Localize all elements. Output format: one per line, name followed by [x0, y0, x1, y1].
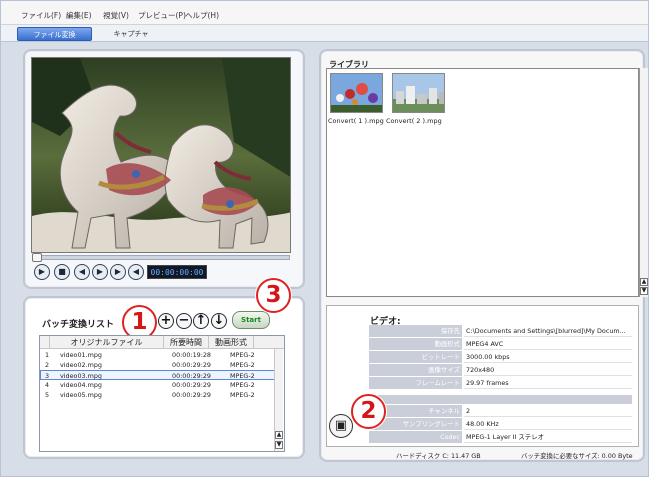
menu-preview[interactable]: プレビュー(P) — [138, 10, 186, 21]
save-path-label: 保存先 — [369, 325, 462, 337]
volume-button[interactable]: ◀ — [128, 264, 144, 280]
camera-icon: ▣ — [334, 418, 348, 433]
batch-row[interactable]: 4 video04.mpg 00:00:29:29 MPEG-2 — [40, 380, 277, 390]
video-format-label: 動画形式 — [369, 338, 462, 350]
library-scroll-up-button[interactable]: ▲ — [640, 278, 648, 286]
header-original-file[interactable]: オリジナルファイル — [50, 336, 164, 349]
frame-rate-value: 29.97 frames — [464, 377, 632, 389]
sampling-rate-value: 48.00 KHz — [464, 418, 632, 430]
library-scrollbar[interactable]: ▲ ▼ — [639, 68, 648, 297]
codec-label: Codec — [369, 431, 462, 443]
library-item-1-label: Convert( 1 ).mpg — [328, 117, 384, 125]
save-path-value: C:\Documents and Settings\[blurred]\My D… — [464, 325, 632, 337]
batch-list-title: バッチ変換リスト — [42, 320, 115, 330]
menu-edit[interactable]: 編集(E) — [66, 10, 92, 21]
output-settings-button[interactable]: ▣ — [329, 414, 353, 438]
tab-file-convert[interactable]: ファイル変換 — [17, 27, 92, 41]
bitrate-label: ビットレート — [369, 351, 462, 363]
menu-file[interactable]: ファイル(F) — [21, 10, 61, 21]
move-down-button[interactable]: ↓ — [211, 313, 227, 329]
playback-slider-handle[interactable] — [32, 253, 42, 262]
next-frame-button[interactable]: ▶ — [92, 264, 108, 280]
batch-row[interactable]: 2 video02.mpg 00:00:29:29 MPEG-2 — [40, 360, 277, 370]
info-separator — [369, 395, 632, 404]
scroll-up-button[interactable]: ▲ — [275, 431, 283, 439]
tab-capture[interactable]: キャプチャ — [103, 27, 159, 41]
time-display: 00:00:00:00 — [147, 265, 207, 279]
fast-forward-button[interactable]: ▶ — [110, 264, 126, 280]
tab-bar: ファイル変換 キャプチャ — [1, 25, 648, 42]
channel-value: 2 — [464, 405, 632, 417]
app-window: ファイル(F) 編集(E) 視覚(V) プレビュー(P) ヘルプ(H) ファイル… — [0, 0, 649, 477]
city-thumbnail-image — [393, 74, 444, 112]
add-file-button[interactable]: + — [158, 313, 174, 329]
video-format-value: MPEG4 AVC — [464, 338, 632, 350]
menu-help[interactable]: ヘルプ(H) — [185, 10, 219, 21]
disk-space-text: ハードディスク C: 11.47 GB — [396, 452, 481, 460]
menu-bar: ファイル(F) 編集(E) 視覚(V) プレビュー(P) ヘルプ(H) — [1, 1, 648, 25]
codec-value: MPEG-1 Layer II ステレオ — [464, 431, 632, 443]
header-format[interactable]: 動画形式 — [209, 336, 254, 349]
menu-view[interactable]: 視覚(V) — [103, 10, 129, 21]
library-scroll-down-button[interactable]: ▼ — [640, 287, 648, 295]
image-size-label: 画像サイズ — [369, 364, 462, 376]
callout-2: 2 — [351, 394, 386, 429]
start-button[interactable]: Start — [232, 311, 270, 329]
required-size-text: バッチ変換に必要なサイズ: 0.00 Byte — [521, 452, 633, 460]
balloons-thumbnail-image — [331, 74, 382, 112]
playback-slider[interactable] — [32, 253, 290, 262]
callout-3: 3 — [256, 278, 291, 313]
carousel-horses-image — [32, 58, 290, 252]
frame-rate-label: フレームレート — [369, 377, 462, 389]
bitrate-value: 3000.00 kbps — [464, 351, 632, 363]
move-up-button[interactable]: ↑ — [193, 313, 209, 329]
library-thumbnail-2[interactable] — [392, 73, 445, 113]
batch-list-header: オリジナルファイル 所要時間 動画形式 — [40, 336, 284, 349]
library-thumbnail-1[interactable] — [330, 73, 383, 113]
stop-button[interactable]: ■ — [54, 264, 70, 280]
video-preview — [31, 57, 291, 253]
header-index — [40, 336, 50, 349]
player-controls: ▶ ■ ◀ ▶ ▶ ◀ 00:00:00:00 — [34, 263, 214, 283]
batch-row[interactable]: 5 video05.mpg 00:00:29:29 MPEG-2 — [40, 390, 277, 400]
previous-frame-button[interactable]: ◀ — [74, 264, 90, 280]
scroll-down-button[interactable]: ▼ — [275, 441, 283, 449]
batch-row[interactable]: 1 video01.mpg 00:00:19:28 MPEG-2 — [40, 350, 277, 360]
remove-file-button[interactable]: − — [176, 313, 192, 329]
library-item-2-label: Convert( 2 ).mpg — [386, 117, 442, 125]
batch-list-scrollbar[interactable]: ▲ ▼ — [274, 349, 283, 451]
image-size-value: 720x480 — [464, 364, 632, 376]
play-button[interactable]: ▶ — [34, 264, 50, 280]
batch-file-list[interactable]: オリジナルファイル 所要時間 動画形式 1 video01.mpg 00:00:19… — [39, 335, 285, 452]
header-duration[interactable]: 所要時間 — [164, 336, 209, 349]
batch-row-selected[interactable]: 3 video03.mpg 00:00:29:29 MPEG-2 — [40, 370, 277, 380]
